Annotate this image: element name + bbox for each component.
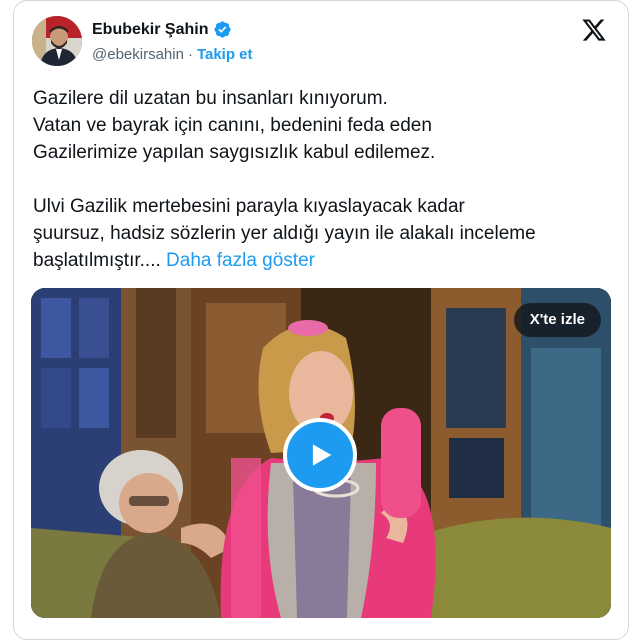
tweet-text: Gazilere dil uzatan bu insanları kınıyor… xyxy=(33,85,613,274)
show-more-link[interactable]: Daha fazla göster xyxy=(166,250,315,271)
handle-separator: · xyxy=(187,46,193,63)
play-icon xyxy=(312,444,332,466)
watch-on-x-button[interactable]: X'te izle xyxy=(513,303,601,337)
author-name-row: Ebubekir Şahin xyxy=(92,20,232,39)
tweet-line: Gazilerimize yapılan saygısızlık kabul e… xyxy=(33,142,436,163)
video-thumbnail[interactable]: X'te izle xyxy=(31,288,611,618)
play-button[interactable] xyxy=(283,418,357,492)
avatar-image xyxy=(32,16,82,66)
author-handle-row: @ebekirsahin · Takip et xyxy=(92,46,253,63)
tweet-embed-card[interactable]: Ebubekir Şahin @ebekirsahin · Takip et G… xyxy=(13,0,629,640)
tweet-line-last: başlatılmıştır.... Daha fazla göster xyxy=(33,247,613,274)
tweet-line-text: başlatılmıştır.... xyxy=(33,250,161,271)
author-avatar[interactable] xyxy=(32,16,82,66)
tweet-line: Vatan ve bayrak için canını, bedenini fe… xyxy=(33,115,432,136)
tweet-line: Ulvi Gazilik mertebesini parayla kıyasla… xyxy=(33,196,465,217)
tweet-line: şuursuz, hadsiz sözlerin yer aldığı yayı… xyxy=(33,223,536,244)
author-handle[interactable]: @ebekirsahin xyxy=(92,46,184,63)
x-logo-icon[interactable] xyxy=(581,17,607,43)
tweet-line: Gazilere dil uzatan bu insanları kınıyor… xyxy=(33,88,388,109)
author-name[interactable]: Ebubekir Şahin xyxy=(92,21,208,39)
verified-badge-icon xyxy=(214,21,232,38)
follow-button[interactable]: Takip et xyxy=(197,46,253,63)
